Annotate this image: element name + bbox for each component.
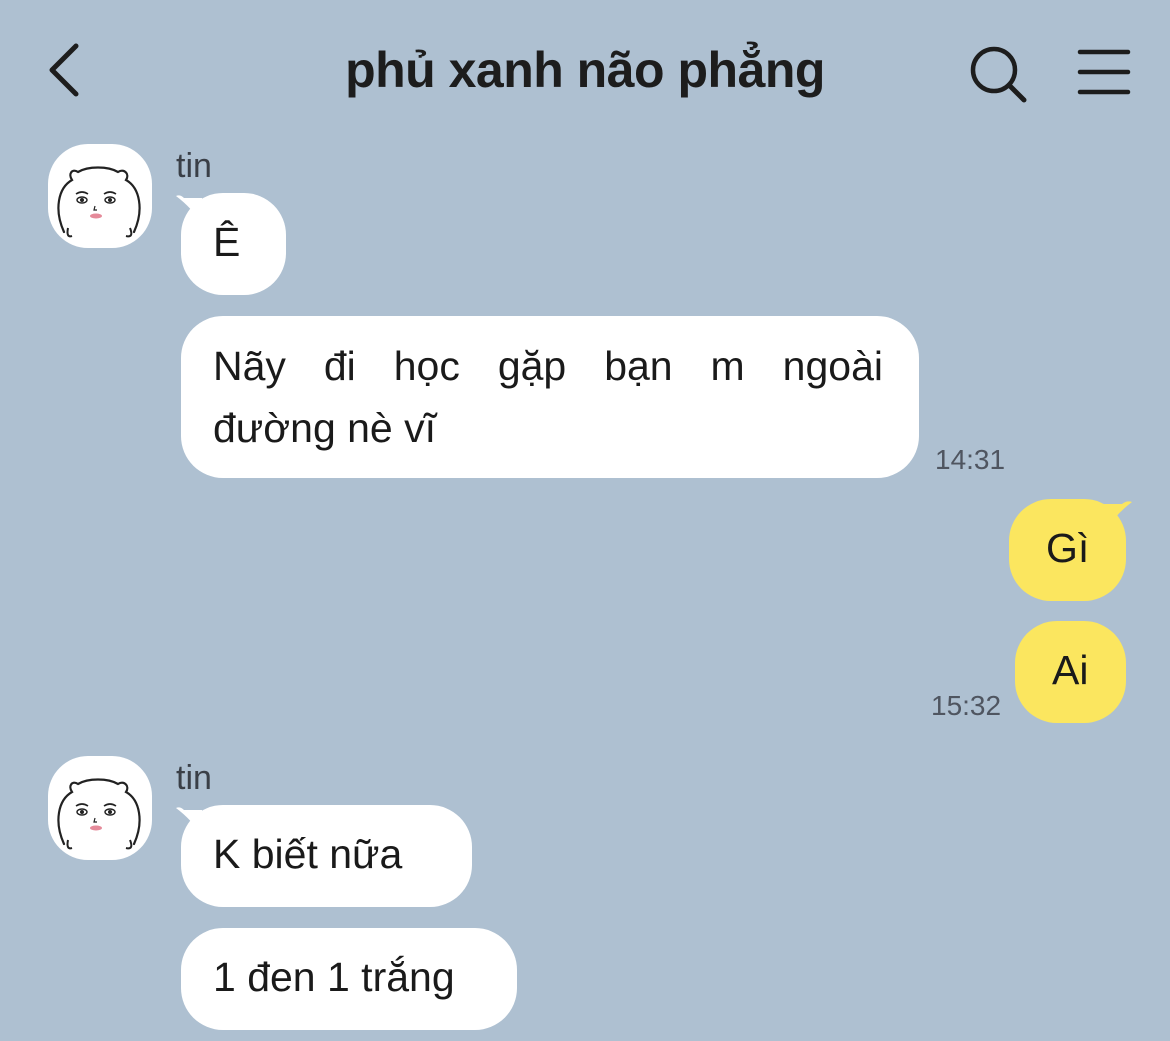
search-button[interactable] bbox=[966, 42, 1030, 106]
sender-name: tin bbox=[176, 759, 212, 797]
message-text-line: đường nè vĩ bbox=[213, 405, 437, 451]
menu-button[interactable] bbox=[1074, 44, 1134, 100]
message-bubble[interactable]: Ai bbox=[1015, 621, 1126, 723]
message-text: K biết nữa bbox=[213, 831, 403, 877]
search-icon bbox=[970, 46, 1027, 103]
message-text-line: Nãy đi học gặp bạn m ngoài bbox=[213, 343, 883, 389]
avatar[interactable] bbox=[48, 756, 152, 860]
message-timestamp: 15:32 bbox=[931, 690, 1002, 721]
bear-face-avatar-icon bbox=[57, 166, 141, 238]
sender-name: tin bbox=[176, 147, 212, 185]
message-text: Ai bbox=[1052, 647, 1089, 693]
bear-face-avatar-icon bbox=[57, 778, 141, 850]
chat-header: phủ xanh não phẳng bbox=[0, 0, 1170, 140]
message-bubble[interactable]: Gì bbox=[1009, 499, 1126, 601]
avatar[interactable] bbox=[48, 144, 152, 248]
message-text: Gì bbox=[1046, 525, 1090, 571]
message-text: 1 đen 1 trắng bbox=[213, 954, 455, 1000]
message-bubble[interactable]: Nãy đi học gặp bạn m ngoài đường nè vĩ bbox=[181, 316, 919, 478]
message-bubble[interactable]: 1 đen 1 trắng bbox=[181, 928, 517, 1030]
hamburger-menu-icon bbox=[1077, 49, 1131, 95]
message-bubble[interactable]: Ê bbox=[181, 193, 286, 295]
message-timestamp: 14:31 bbox=[935, 444, 1006, 475]
message-text: Ê bbox=[213, 219, 241, 265]
message-bubble[interactable]: K biết nữa bbox=[181, 805, 472, 907]
